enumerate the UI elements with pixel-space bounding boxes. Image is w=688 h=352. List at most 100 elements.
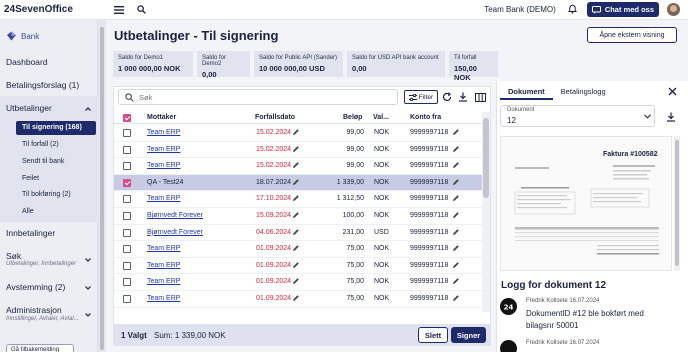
chevron-down-icon[interactable] [84,284,92,292]
edit-icon[interactable] [292,128,300,138]
search-icon[interactable] [134,3,148,17]
table-row[interactable]: Team ERP 15.02.2024 99,00 NOK 9999997118 [114,142,482,159]
chat-button[interactable]: Chat med oss [586,2,659,17]
document-preview[interactable]: Faktura #100582 [500,136,672,271]
user-avatar[interactable] [667,3,680,16]
row-checkbox[interactable] [123,245,131,254]
sidebar-item-reconciliation[interactable]: Avstemming (2) [6,282,65,292]
row-checkbox[interactable] [123,261,131,270]
edit-icon[interactable] [452,178,460,188]
edit-icon[interactable] [452,228,460,238]
edit-icon[interactable] [292,194,300,204]
sidebar-scroll-thumb[interactable] [100,27,104,350]
row-checkbox[interactable] [123,212,131,220]
bell-icon[interactable] [567,4,577,16]
edit-icon[interactable] [452,244,460,254]
refresh-icon[interactable] [441,91,453,103]
chevron-down-icon[interactable] [84,311,92,319]
download-icon[interactable] [666,112,676,122]
sidebar-item-payouts[interactable]: Utbetalinger [6,103,52,113]
document-select[interactable]: Dokument 12 [500,105,655,127]
columns-icon[interactable] [474,91,486,103]
edit-icon[interactable] [292,277,300,287]
payee-link[interactable]: Team ERP [147,245,180,252]
sidebar-item-dashboard[interactable]: Dashboard [6,57,48,67]
table-row[interactable]: QA - Test24 18.07.2024 1 339,00 NOK 99999971… [114,174,482,192]
sidebar-subitem-due[interactable]: Til forfall (2) [22,141,59,148]
row-checkbox[interactable] [123,295,131,303]
sidebar-subitem-to-sign[interactable]: Til signering (168) [16,121,96,135]
download-icon[interactable] [457,91,469,103]
chevron-up-icon[interactable] [84,105,92,113]
sidebar-item-search[interactable]: Søk [6,251,21,261]
row-checkbox[interactable] [123,178,131,187]
table-row[interactable]: Team ERP 17.10.2024 1 312,50 NOK 9999997118 [114,191,482,208]
payee-link[interactable]: Team ERP [147,146,180,153]
edit-icon[interactable] [292,244,300,254]
table-row[interactable]: Team ERP 15.02.2024 99,00 NOK 9999997118 [114,125,482,142]
close-icon[interactable] [668,87,677,96]
payee-link[interactable]: Team ERP [147,295,180,302]
column-header-currency[interactable]: Val... [373,114,389,121]
sidebar-subitem-all[interactable]: Alle [22,208,34,215]
row-checkbox[interactable] [123,162,131,171]
payee-link[interactable]: Team ERP [147,129,180,136]
edit-icon[interactable] [292,228,300,238]
feedback-button[interactable]: Gå tilbakemelding [6,344,74,352]
table-scroll-thumb[interactable] [483,118,489,198]
edit-icon[interactable] [452,211,460,221]
logo[interactable]: 24SevenOffice [0,4,104,15]
sidebar-subitem-failed[interactable]: Feilet [22,175,39,182]
chevron-down-icon[interactable] [84,256,92,264]
company-name[interactable]: Team Bank (DEMO) [484,5,556,14]
column-header-payee[interactable]: Mottaker [147,114,176,121]
row-checkbox[interactable] [123,145,131,154]
sidebar-item-payment-proposals[interactable]: Betalingsforslag (1) [6,80,79,90]
sidebar-item-incoming[interactable]: Innbetalinger [6,228,55,238]
delete-button[interactable]: Slett [418,327,448,343]
search-input[interactable] [139,92,339,102]
payee-link[interactable]: Team ERP [147,162,180,169]
edit-icon[interactable] [452,194,460,204]
payee-link[interactable]: Bjørnvedt Forever [147,212,203,219]
sidebar-subitem-to-book[interactable]: Til bokføring (2) [22,191,71,198]
edit-icon[interactable] [452,145,460,155]
edit-icon[interactable] [452,161,460,171]
table-row[interactable]: Team ERP 01.09.2024 75,00 NOK 9999997118 [114,291,482,308]
edit-icon[interactable] [452,128,460,138]
sign-button[interactable]: Signer [451,327,486,343]
preview-scroll-thumb[interactable] [675,140,679,266]
column-header-amount[interactable]: Beløp [343,114,362,121]
open-external-view-button[interactable]: Åpne ekstern visning [587,27,677,43]
row-checkbox[interactable] [123,278,131,287]
payee-link[interactable]: Team ERP [147,195,180,202]
edit-icon[interactable] [292,294,300,304]
filter-button[interactable]: Filter [404,90,438,104]
row-checkbox[interactable] [123,129,131,137]
table-row[interactable]: Team ERP 01.09.2024 75,00 NOK 9999997118 [114,258,482,275]
table-row[interactable]: Team ERP 15.02.2024 99,00 NOK 9999997118 [114,158,482,175]
menu-icon[interactable] [112,3,126,17]
edit-icon[interactable] [292,161,300,171]
select-all-checkbox[interactable] [123,114,131,122]
edit-icon[interactable] [452,294,460,304]
edit-icon[interactable] [292,261,300,271]
row-checkbox[interactable] [123,195,131,204]
edit-icon[interactable] [452,277,460,287]
tab-payment-log[interactable]: Betalingslogg [553,82,614,100]
row-checkbox[interactable] [123,228,131,237]
payee-link[interactable]: Bjørnvedt Forever [147,229,203,236]
payee-link[interactable]: Team ERP [147,278,180,285]
column-header-account[interactable]: Konto fra [410,114,441,121]
edit-icon[interactable] [292,211,300,221]
sidebar-back-link[interactable]: Bank [6,31,39,41]
column-header-due-date[interactable]: Forfallsdato [255,114,295,121]
sidebar-subitem-sent[interactable]: Sendt til bank [22,158,64,165]
table-row[interactable]: Bjørnvedt Forever 04.06.2024 231,00 USD 9999… [114,225,482,242]
table-row[interactable]: Team ERP 01.09.2024 75,00 NOK 9999997118 [114,274,482,291]
edit-icon[interactable] [452,261,460,271]
search-box[interactable] [118,89,398,105]
table-row[interactable]: Team ERP 01.09.2024 75,00 NOK 9999997118 [114,241,482,258]
payee-link[interactable]: Team ERP [147,262,180,269]
tab-document[interactable]: Dokument [500,82,553,100]
